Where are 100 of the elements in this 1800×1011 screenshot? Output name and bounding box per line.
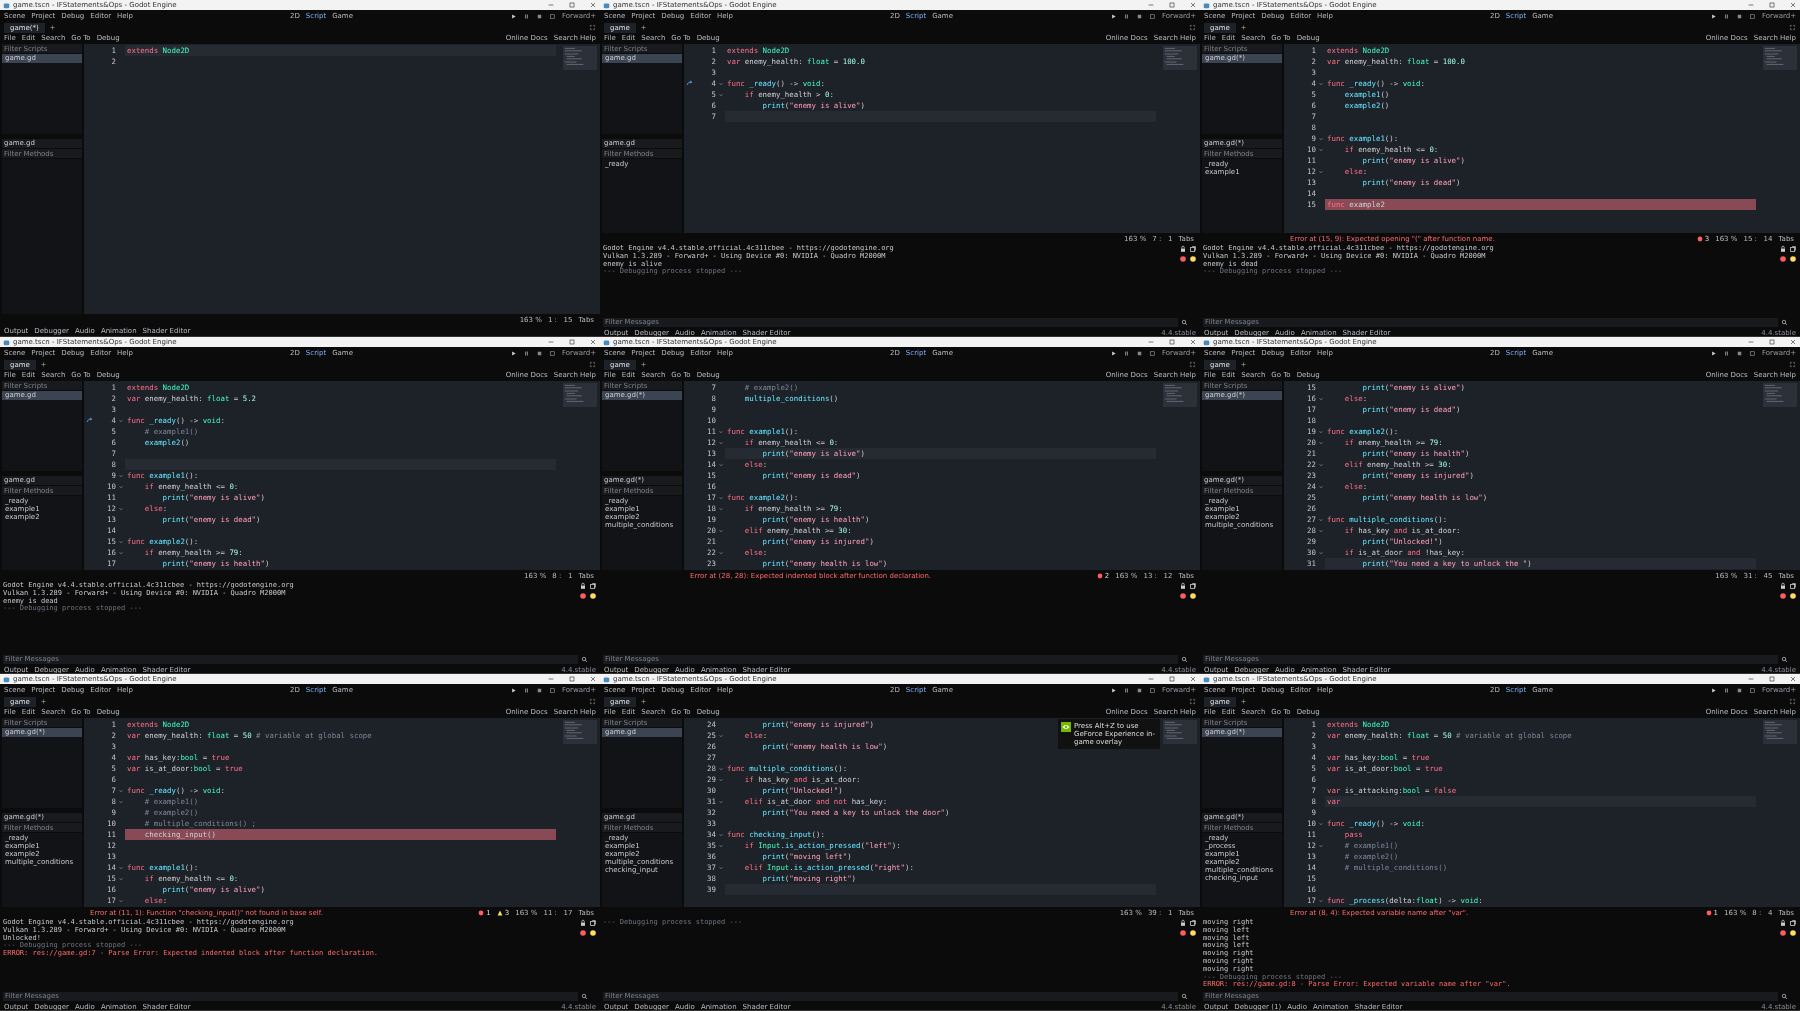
fold-caret-icon[interactable] bbox=[1317, 439, 1324, 446]
error-filter-icon[interactable] bbox=[1779, 929, 1787, 937]
play-icon[interactable] bbox=[510, 12, 517, 20]
fold-caret-icon[interactable] bbox=[117, 549, 124, 556]
close-icon[interactable] bbox=[1789, 338, 1797, 346]
maximize-icon[interactable] bbox=[1768, 338, 1776, 346]
minimap[interactable] bbox=[1763, 383, 1797, 407]
play-icon[interactable] bbox=[1710, 12, 1717, 20]
fold-caret-icon[interactable] bbox=[1317, 842, 1324, 849]
fold-caret-icon[interactable] bbox=[1317, 549, 1324, 556]
minimap[interactable] bbox=[563, 720, 597, 744]
pause-icon[interactable] bbox=[1123, 12, 1130, 20]
fold-caret-icon[interactable] bbox=[1317, 80, 1324, 87]
code-editor[interactable] bbox=[84, 381, 600, 570]
fold-caret-icon[interactable] bbox=[717, 439, 724, 446]
lock-icon[interactable] bbox=[1779, 245, 1787, 253]
play-icon[interactable] bbox=[1110, 12, 1117, 20]
warning-filter-icon[interactable] bbox=[589, 592, 597, 600]
warning-filter-icon[interactable] bbox=[1789, 592, 1797, 600]
minimize-icon[interactable] bbox=[1747, 1, 1755, 9]
fold-caret-icon[interactable] bbox=[717, 428, 724, 435]
warning-filter-icon[interactable] bbox=[1189, 255, 1197, 263]
minimap[interactable] bbox=[1163, 46, 1197, 70]
warning-filter-icon[interactable] bbox=[1789, 255, 1797, 263]
fold-caret-icon[interactable] bbox=[717, 527, 724, 534]
close-icon[interactable] bbox=[1189, 338, 1197, 346]
copy-icon[interactable] bbox=[589, 919, 597, 927]
fold-caret-icon[interactable] bbox=[1317, 820, 1324, 827]
maximize-icon[interactable] bbox=[568, 1, 576, 9]
stop-icon[interactable] bbox=[1136, 686, 1143, 694]
fold-caret-icon[interactable] bbox=[117, 505, 124, 512]
code-editor[interactable] bbox=[84, 718, 600, 907]
fold-caret-icon[interactable] bbox=[117, 897, 124, 904]
expand-icon[interactable] bbox=[589, 24, 596, 31]
close-icon[interactable] bbox=[589, 675, 597, 683]
search-icon[interactable] bbox=[1781, 992, 1788, 1000]
play-icon[interactable] bbox=[1110, 349, 1117, 357]
error-filter-icon[interactable] bbox=[1179, 255, 1187, 263]
fold-caret-icon[interactable] bbox=[117, 483, 124, 490]
fold-caret-icon[interactable] bbox=[1317, 516, 1324, 523]
code-editor[interactable] bbox=[1284, 44, 1800, 233]
code-editor[interactable] bbox=[1284, 381, 1800, 570]
search-icon[interactable] bbox=[1181, 655, 1188, 663]
fold-caret-icon[interactable] bbox=[717, 549, 724, 556]
minimap[interactable] bbox=[563, 46, 597, 70]
copy-icon[interactable] bbox=[1789, 582, 1797, 590]
close-icon[interactable] bbox=[1189, 1, 1197, 9]
play-icon[interactable] bbox=[1110, 686, 1117, 694]
fold-caret-icon[interactable] bbox=[1317, 897, 1324, 904]
expand-icon[interactable] bbox=[1789, 24, 1796, 31]
fold-caret-icon[interactable] bbox=[117, 472, 124, 479]
fold-caret-icon[interactable] bbox=[717, 798, 724, 805]
stop-icon[interactable] bbox=[1736, 686, 1743, 694]
add-icon[interactable] bbox=[639, 24, 647, 31]
fold-caret-icon[interactable] bbox=[717, 494, 724, 501]
add-icon[interactable] bbox=[39, 698, 47, 705]
minimize-icon[interactable] bbox=[1147, 1, 1155, 9]
maximize-icon[interactable] bbox=[1168, 675, 1176, 683]
close-icon[interactable] bbox=[589, 338, 597, 346]
copy-icon[interactable] bbox=[589, 582, 597, 590]
fold-caret-icon[interactable] bbox=[717, 91, 724, 98]
fold-caret-icon[interactable] bbox=[717, 505, 724, 512]
minimize-icon[interactable] bbox=[1147, 338, 1155, 346]
fold-caret-icon[interactable] bbox=[117, 787, 124, 794]
play-icon[interactable] bbox=[1710, 686, 1717, 694]
close-icon[interactable] bbox=[589, 1, 597, 9]
search-icon[interactable] bbox=[1181, 318, 1188, 326]
close-icon[interactable] bbox=[1789, 1, 1797, 9]
warning-filter-icon[interactable] bbox=[1189, 929, 1197, 937]
fold-caret-icon[interactable] bbox=[1317, 461, 1324, 468]
fold-caret-icon[interactable] bbox=[117, 538, 124, 545]
fold-caret-icon[interactable] bbox=[1317, 395, 1324, 402]
fold-caret-icon[interactable] bbox=[1317, 428, 1324, 435]
play-icon[interactable] bbox=[510, 686, 517, 694]
lock-icon[interactable] bbox=[579, 919, 587, 927]
fold-caret-icon[interactable] bbox=[1317, 146, 1324, 153]
close-icon[interactable] bbox=[1189, 675, 1197, 683]
code-editor[interactable] bbox=[684, 718, 1200, 907]
lock-icon[interactable] bbox=[579, 582, 587, 590]
pause-icon[interactable] bbox=[1123, 349, 1130, 357]
pause-icon[interactable] bbox=[1123, 686, 1130, 694]
stop-icon[interactable] bbox=[536, 12, 543, 20]
code-editor[interactable] bbox=[684, 381, 1200, 570]
add-icon[interactable] bbox=[39, 361, 47, 368]
copy-icon[interactable] bbox=[1189, 919, 1197, 927]
search-icon[interactable] bbox=[1181, 992, 1188, 1000]
stop-icon[interactable] bbox=[1736, 349, 1743, 357]
add-icon[interactable] bbox=[1239, 24, 1247, 31]
maximize-icon[interactable] bbox=[1168, 338, 1176, 346]
lock-icon[interactable] bbox=[1179, 919, 1187, 927]
lock-icon[interactable] bbox=[1179, 582, 1187, 590]
search-icon[interactable] bbox=[1781, 318, 1788, 326]
close-icon[interactable] bbox=[1789, 675, 1797, 683]
error-filter-icon[interactable] bbox=[579, 929, 587, 937]
fold-caret-icon[interactable] bbox=[1317, 483, 1324, 490]
play-icon[interactable] bbox=[510, 349, 517, 357]
maximize-icon[interactable] bbox=[568, 675, 576, 683]
fold-caret-icon[interactable] bbox=[717, 776, 724, 783]
maximize-icon[interactable] bbox=[1768, 1, 1776, 9]
add-icon[interactable] bbox=[639, 698, 647, 705]
